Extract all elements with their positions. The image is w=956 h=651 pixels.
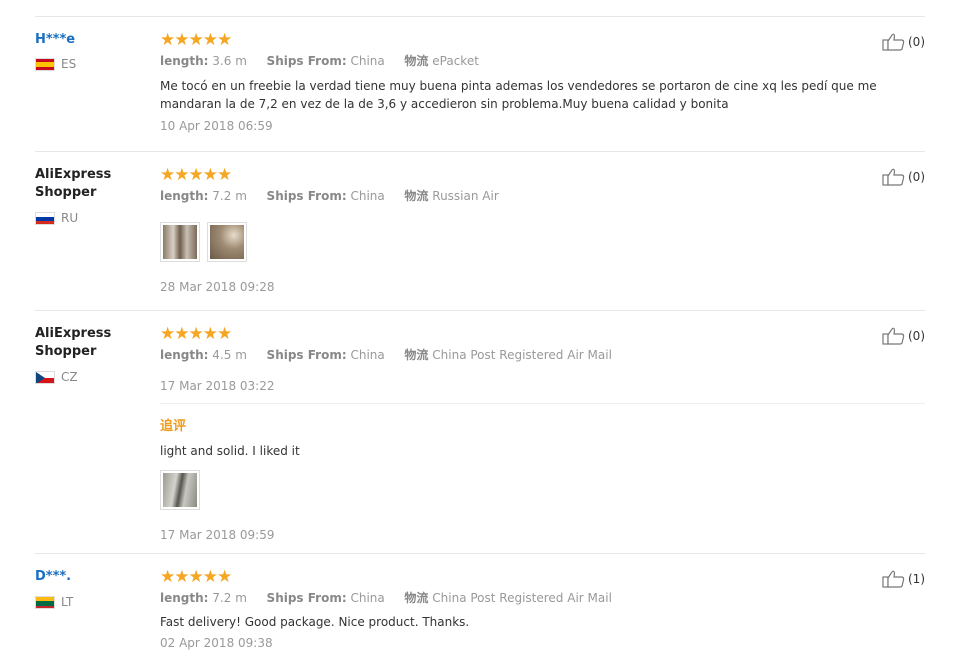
followup-divider: [160, 403, 925, 404]
review-text-line: Me tocó en un freebie la verdad tiene mu…: [160, 79, 877, 93]
review-content: ★★★★★ length: 3.6 m Ships From: China 物流…: [160, 31, 880, 134]
like-button[interactable]: (1): [882, 570, 925, 588]
reviewer: AliExpress Shopper RU: [35, 166, 145, 225]
reviewer-name[interactable]: H***e: [35, 31, 145, 49]
reviewer: D***. LT: [35, 568, 145, 609]
divider: [35, 310, 925, 311]
country-code: LT: [61, 595, 74, 609]
review-date: 10 Apr 2018 06:59: [160, 119, 273, 133]
followup-title: 追评: [160, 419, 187, 434]
star-rating: ★★★★★: [160, 324, 232, 344]
photo-image: [210, 225, 244, 259]
logistics-value: ePacket: [432, 54, 479, 68]
review-text: Fast delivery! Good package. Nice produc…: [160, 615, 470, 629]
order-info: length: 7.2 m Ships From: China 物流 Russi…: [160, 188, 880, 204]
like-count: (0): [908, 329, 925, 343]
ships-from-label: Ships From:: [266, 54, 347, 68]
reviewer-name-line: Shopper: [35, 344, 97, 359]
logistics-value: China Post Registered Air Mail: [432, 348, 612, 362]
logistics-label: 物流: [404, 348, 429, 362]
reviewer: H***e ES: [35, 31, 145, 71]
like-button[interactable]: (0): [882, 327, 925, 345]
review-content: ★★★★★ length: 4.5 m Ships From: China 物流…: [160, 325, 880, 363]
divider: [35, 16, 925, 17]
country-code: ES: [61, 57, 77, 71]
like-button[interactable]: (0): [882, 33, 925, 51]
review-text-line: mandaran la de 7,2 en vez de la de 3,6 y…: [160, 97, 729, 111]
review-content: ★★★★★ length: 7.2 m Ships From: China 物流…: [160, 568, 880, 651]
czech-flag-icon: [35, 370, 55, 384]
review-photo-thumbnail[interactable]: [207, 222, 247, 262]
ships-from-label: Ships From:: [266, 591, 347, 605]
thumbs-up-icon: [882, 168, 905, 186]
thumbs-up-icon: [882, 570, 905, 588]
ships-from-value: China: [350, 348, 385, 362]
like-count: (0): [908, 35, 925, 49]
star-rating: ★★★★★: [160, 165, 232, 185]
logistics-value: China Post Registered Air Mail: [432, 591, 612, 605]
reviewer-country: ES: [35, 57, 76, 71]
ships-from-label: Ships From:: [266, 189, 347, 203]
lithuania-flag-icon: [35, 595, 55, 609]
length-value: 4.5 m: [212, 348, 247, 362]
russia-flag-icon: [35, 211, 55, 225]
reviewer-name-line: AliExpress: [35, 326, 112, 341]
logistics-label: 物流: [404, 189, 429, 203]
length-label: length:: [160, 348, 209, 362]
thumbs-up-icon: [882, 327, 905, 345]
reviewer-name[interactable]: D***.: [35, 568, 145, 586]
logistics-label: 物流: [404, 591, 429, 605]
country-code: CZ: [61, 370, 78, 384]
logistics-label: 物流: [404, 54, 429, 68]
ships-from-label: Ships From:: [266, 348, 347, 362]
reviewer: AliExpress Shopper CZ: [35, 325, 145, 384]
review-text: Me tocó en un freebie la verdad tiene mu…: [160, 77, 880, 113]
length-value: 7.2 m: [212, 189, 247, 203]
reviewer-country: RU: [35, 211, 78, 225]
followup-text: light and solid. I liked it: [160, 444, 300, 458]
photo-image: [163, 473, 197, 507]
ships-from-value: China: [350, 591, 385, 605]
spain-flag-icon: [35, 57, 55, 71]
length-value: 3.6 m: [212, 54, 247, 68]
length-value: 7.2 m: [212, 591, 247, 605]
reviewer-country: LT: [35, 595, 73, 609]
country-code: RU: [61, 211, 79, 225]
photo-image: [163, 225, 197, 259]
review-date: 28 Mar 2018 09:28: [160, 280, 275, 294]
star-rating: ★★★★★: [160, 567, 232, 587]
like-count: (0): [908, 170, 925, 184]
logistics-value: Russian Air: [432, 189, 499, 203]
thumbs-up-icon: [882, 33, 905, 51]
length-label: length:: [160, 591, 209, 605]
review-photo-thumbnail[interactable]: [160, 470, 200, 510]
like-count: (1): [908, 572, 925, 586]
review-content: ★★★★★ length: 7.2 m Ships From: China 物流…: [160, 166, 880, 204]
followup-date: 17 Mar 2018 09:59: [160, 528, 275, 542]
review-photo-thumbnail[interactable]: [160, 222, 200, 262]
order-info: length: 3.6 m Ships From: China 物流 ePack…: [160, 53, 880, 69]
order-info: length: 7.2 m Ships From: China 物流 China…: [160, 590, 880, 606]
order-info: length: 4.5 m Ships From: China 物流 China…: [160, 347, 880, 363]
reviewer-name-line: AliExpress: [35, 167, 112, 182]
like-button[interactable]: (0): [882, 168, 925, 186]
length-label: length:: [160, 54, 209, 68]
length-label: length:: [160, 189, 209, 203]
reviewer-country: CZ: [35, 370, 78, 384]
reviewer-name-line: Shopper: [35, 185, 97, 200]
star-rating: ★★★★★: [160, 30, 232, 50]
ships-from-value: China: [350, 54, 385, 68]
review-date: 17 Mar 2018 03:22: [160, 379, 275, 393]
divider: [35, 553, 925, 554]
ships-from-value: China: [350, 189, 385, 203]
divider: [35, 151, 925, 152]
